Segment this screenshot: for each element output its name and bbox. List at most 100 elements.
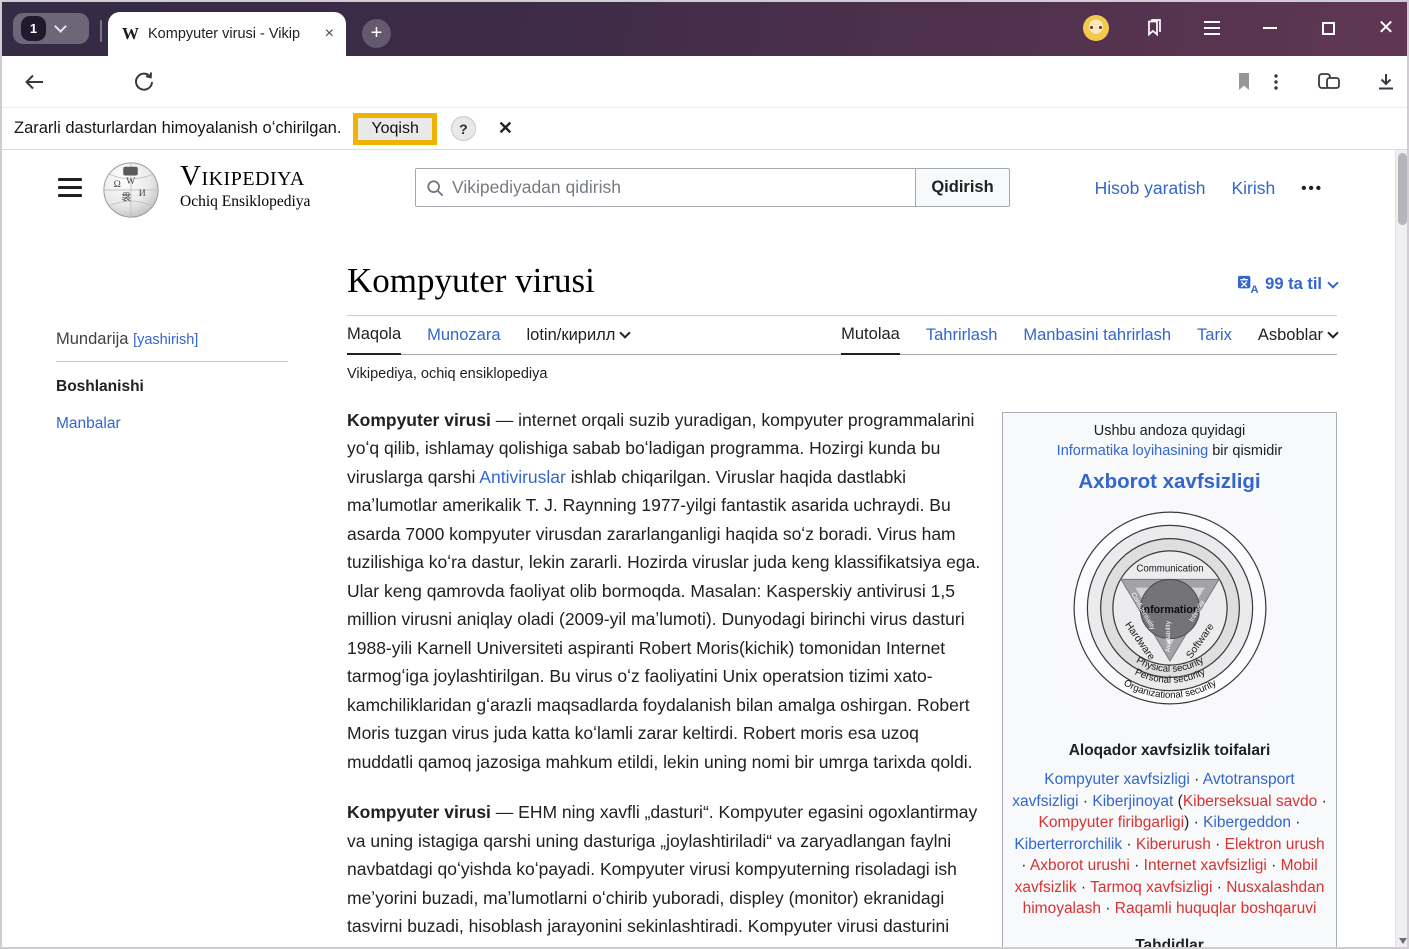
svg-text:И: И <box>139 188 146 199</box>
tab-tahrirlash[interactable]: Tahrirlash <box>926 326 998 354</box>
text-run: · <box>1077 879 1091 896</box>
scrollbar-down-arrow[interactable] <box>1399 938 1407 944</box>
wiki-link[interactable]: Raqamli huquqlar boshqaruvi <box>1115 900 1317 917</box>
text-run: · <box>1122 836 1136 853</box>
toc-hide-link[interactable]: [yashirish] <box>133 332 198 348</box>
language-selector[interactable]: A 99 ta til <box>1237 274 1337 295</box>
wiki-link[interactable]: Elektron urush <box>1225 836 1325 853</box>
search-icon <box>426 179 444 197</box>
svg-text:袰: 袰 <box>121 192 131 204</box>
notification-message: Zararli dasturlardan himoyalanish oʻchir… <box>14 119 341 138</box>
toc-item-boshlanishi[interactable]: Boshlanishi <box>56 378 288 396</box>
kebab-menu-icon[interactable] <box>1266 71 1290 95</box>
text-run: · <box>1130 857 1144 874</box>
infobox-title-link[interactable]: Axborot xavfsizligi <box>1011 468 1328 497</box>
tab-group-selector[interactable]: 1 <box>13 13 89 44</box>
tab-close-icon[interactable]: × <box>323 25 336 43</box>
help-icon[interactable]: ? <box>451 116 476 141</box>
wiki-link[interactable]: Kiberterrorchilik <box>1014 836 1122 853</box>
tab-title: Kompyuter virusi - Vikip <box>148 26 323 42</box>
article-title: Kompyuter virusi <box>347 262 1337 301</box>
article: Kompyuter virusi A 99 ta til Maqola Muno… <box>347 262 1337 949</box>
text-run: · <box>1317 793 1326 810</box>
user-menu-icon[interactable]: ••• <box>1301 180 1323 197</box>
wiki-link[interactable]: Tarmoq xavfsizligi <box>1090 879 1212 896</box>
svg-text:A: A <box>1251 284 1259 295</box>
notification-close-icon[interactable]: ✕ <box>498 118 513 139</box>
tab-maqola[interactable]: Maqola <box>347 325 401 355</box>
search-button[interactable]: Qidirish <box>915 168 1010 207</box>
login-link[interactable]: Kirish <box>1231 178 1275 199</box>
reload-icon[interactable] <box>132 70 156 94</box>
tab-manbasini-tahrirlash[interactable]: Manbasini tahrirlash <box>1023 326 1171 354</box>
wiki-link[interactable]: Kiberjinoyat <box>1092 793 1173 810</box>
page-scrollbar[interactable] <box>1395 150 1409 949</box>
logo-title: Vikipediya <box>180 162 310 191</box>
wiki-link[interactable]: Antiviruslar <box>479 467 566 487</box>
browser-tab[interactable]: W Kompyuter virusi - Vikip × <box>108 12 346 56</box>
protection-notification-bar: Zararli dasturlardan himoyalanish oʻchir… <box>0 108 1409 150</box>
toc-item-manbalar[interactable]: Manbalar <box>56 415 288 433</box>
text-run: · <box>1021 857 1030 874</box>
informatika-project-link[interactable]: Informatika loyihasining <box>1057 443 1209 459</box>
window-maximize-button[interactable] <box>1315 15 1341 41</box>
wiki-link[interactable]: Kiberseksual savdo <box>1183 793 1317 810</box>
text-run: · <box>1101 900 1115 917</box>
wiki-link[interactable]: Kompyuter firibgarligi <box>1039 814 1185 831</box>
infobox-threats-heading: Tahdidlar <box>1011 932 1328 949</box>
extensions-icon[interactable] <box>1316 70 1340 94</box>
new-tab-button[interactable]: + <box>362 19 391 48</box>
article-tabs: Maqola Munozara lotin/кирилл Mutolaa Tah… <box>347 316 1337 355</box>
text-run: · <box>1211 836 1225 853</box>
scrollbar-thumb[interactable] <box>1398 153 1407 225</box>
table-of-contents: Mundarija [yashirish] Boshlanishi Manbal… <box>56 330 288 433</box>
tab-counter-badge[interactable]: 1 <box>21 16 46 41</box>
wiki-link[interactable]: Kibergeddon <box>1203 814 1291 831</box>
profile-avatar[interactable] <box>1083 15 1109 41</box>
browser-menu-icon[interactable] <box>1199 15 1225 41</box>
wiki-link[interactable]: Axborot urushi <box>1030 857 1130 874</box>
infobox-intro-line2: bir qismidir <box>1208 443 1282 459</box>
back-icon[interactable] <box>22 70 46 94</box>
text-run: ) · <box>1184 814 1203 831</box>
tools-label: Asboblar <box>1258 326 1323 345</box>
tab-mutolaa[interactable]: Mutolaa <box>841 325 900 355</box>
text-run: — EHM ning xavfli „dasturi“. Kompyuter e… <box>347 802 977 949</box>
tab-munozara[interactable]: Munozara <box>427 326 500 354</box>
chevron-down-icon <box>620 327 631 338</box>
bookmark-icon[interactable] <box>1234 71 1258 95</box>
create-account-link[interactable]: Hisob yaratish <box>1095 178 1206 199</box>
information-security-diagram: Communication Information Hardware Softw… <box>1068 506 1272 710</box>
text-run: Kompyuter virusi <box>347 410 491 430</box>
site-subtitle: Vikipediya, ochiq ensiklopediya <box>347 366 1337 382</box>
wiki-link[interactable]: Internet xavfsizligi <box>1144 857 1267 874</box>
tools-menu[interactable]: Asboblar <box>1258 326 1337 354</box>
wiki-main-menu-icon[interactable] <box>58 178 82 197</box>
language-count: 99 ta til <box>1265 275 1322 294</box>
collections-icon[interactable] <box>1141 15 1167 41</box>
text-run: · <box>1267 857 1281 874</box>
text-run: ishlab chiqarilgan. Viruslar haqida dast… <box>347 467 980 772</box>
window-close-button[interactable]: ✕ <box>1373 15 1399 41</box>
tab-tarix[interactable]: Tarix <box>1197 326 1232 354</box>
chevron-down-icon <box>1327 327 1338 338</box>
chevron-down-icon <box>1327 277 1338 288</box>
tab-separator <box>100 20 102 42</box>
wikipedia-globe-logo[interactable]: Ω W И 袰 <box>100 158 162 220</box>
browser-toolbar: Я uz.wikipedia.org Kompyuter virusi - Vi… <box>0 56 1409 108</box>
window-minimize-button[interactable] <box>1257 15 1283 41</box>
wikipedia-page: Ω W И 袰 Vikipediya Ochiq Ensiklopediya Q… <box>0 150 1395 949</box>
downloads-icon[interactable] <box>1374 70 1398 94</box>
infobox-category-links: Kompyuter xavfsizligi · Avtotransport xa… <box>1011 769 1328 920</box>
logo-subtitle: Ochiq Ensiklopediya <box>180 193 310 211</box>
variant-selector[interactable]: lotin/кирилл <box>527 326 630 354</box>
infobox-intro-line1: Ushbu andoza quyidagi <box>1011 421 1328 441</box>
enable-protection-button[interactable]: Yoqish <box>353 113 436 145</box>
variant-label: lotin/кирилл <box>527 326 616 345</box>
wikipedia-wordmark[interactable]: Vikipediya Ochiq Ensiklopediya <box>180 162 310 211</box>
wiki-link[interactable]: Kompyuter xavfsizligi <box>1044 771 1190 788</box>
wiki-link[interactable]: Kiberurush <box>1136 836 1211 853</box>
language-icon: A <box>1237 274 1258 295</box>
text-run: · <box>1291 814 1300 831</box>
search-input[interactable] <box>452 177 915 198</box>
